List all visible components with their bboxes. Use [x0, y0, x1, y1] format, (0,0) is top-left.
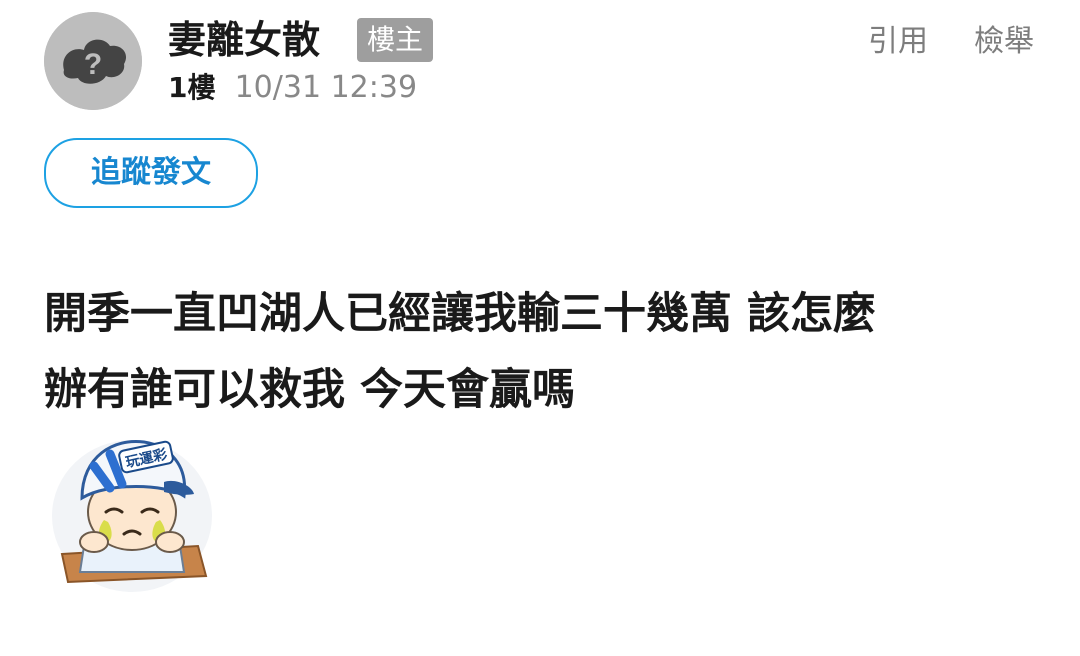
- crying-baseball-boy-sticker: 玩運彩: [48, 426, 216, 594]
- author-name[interactable]: 妻離女散: [168, 14, 320, 66]
- content-line: 辦有誰可以救我 今天會贏嗎: [44, 365, 575, 415]
- author-avatar[interactable]: ?: [44, 12, 142, 110]
- post-actions: 引用 檢舉: [868, 22, 1034, 62]
- follow-post-button[interactable]: 追蹤發文: [44, 138, 258, 208]
- post-content: 開季一直凹湖人已經讓我輸三十幾萬 該怎麼 辦有誰可以救我 今天會贏嗎: [44, 276, 1044, 428]
- floor-number: 1樓: [168, 71, 216, 104]
- avatar-glyph: ?: [84, 48, 102, 81]
- post-meta: 1樓 10/31 12:39: [168, 68, 417, 108]
- default-user-avatar-icon: ?: [44, 12, 142, 110]
- content-line: 開季一直凹湖人已經讓我輸三十幾萬 該怎麼: [44, 289, 876, 339]
- post-container: ? 妻離女散 樓主 1樓 10/31 12:39 引用 檢舉 追蹤發文 開季一直…: [0, 0, 1080, 656]
- report-button[interactable]: 檢舉: [974, 22, 1034, 62]
- quote-button[interactable]: 引用: [868, 22, 928, 62]
- op-badge: 樓主: [357, 18, 434, 62]
- post-timestamp: 10/31 12:39: [234, 70, 418, 105]
